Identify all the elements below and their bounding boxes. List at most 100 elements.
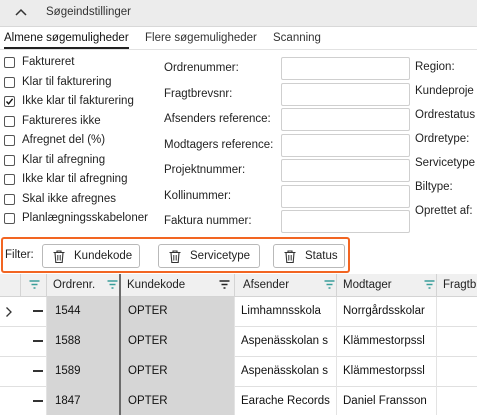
column-header-label: Ordrenr. bbox=[53, 279, 96, 291]
filter-icon[interactable] bbox=[324, 280, 335, 290]
search-field-label: Projektnummer: bbox=[164, 164, 246, 176]
check-icon bbox=[5, 98, 14, 105]
cell-ordrenr: 1544 bbox=[46, 297, 120, 327]
checkbox[interactable] bbox=[4, 115, 15, 127]
chevron-up-icon[interactable] bbox=[14, 6, 28, 18]
search-field-label: Faktura nummer: bbox=[164, 215, 252, 227]
search-field-input[interactable] bbox=[281, 82, 410, 106]
cell-afsender: Aspenässkolan s bbox=[234, 327, 336, 357]
checkbox[interactable] bbox=[4, 193, 15, 205]
table-row[interactable]: 1847 OPTER Earache Records Daniel Fransson bbox=[0, 387, 477, 415]
filter-chip-label: Servicetype bbox=[190, 250, 251, 262]
checkbox-label: Klar til fakturering bbox=[22, 75, 112, 88]
filter-icon[interactable] bbox=[107, 280, 118, 290]
search-field-input[interactable] bbox=[281, 57, 410, 80]
cell-ordrenr: 1847 bbox=[46, 387, 120, 415]
table-row[interactable]: 1589 OPTER Aspenässkolan s Klämmestorpssl bbox=[0, 357, 477, 387]
checkbox[interactable] bbox=[4, 154, 15, 166]
column-resize-handle[interactable] bbox=[119, 274, 121, 415]
search-field-label: Fragtbrevsnr: bbox=[164, 87, 233, 100]
checkbox-label: Skal ikke afregnes bbox=[22, 192, 116, 205]
search-field-label: Region: bbox=[415, 61, 455, 73]
checkbox-label: Planlægningsskabeloner bbox=[22, 212, 148, 224]
checkbox-label: Ikke klar til fakturering bbox=[22, 95, 134, 107]
grid-header: Ordrenr. Kundekode Afsender Modtager Fra… bbox=[0, 274, 477, 297]
current-row-arrow-icon bbox=[6, 307, 12, 317]
column-header-label: Fragtbr bbox=[443, 279, 477, 291]
cell-kundekode: OPTER bbox=[120, 327, 234, 357]
filter-chip-status[interactable]: Status bbox=[273, 244, 345, 268]
table-row[interactable]: 1544 OPTER Limhamnsskola Norrgårdsskolar bbox=[0, 297, 477, 327]
row-selector[interactable] bbox=[33, 400, 43, 402]
search-field-input[interactable] bbox=[281, 133, 410, 157]
trash-icon bbox=[53, 250, 65, 264]
filter-active-icon[interactable] bbox=[219, 280, 230, 290]
search-field-label: Ordrenummer: bbox=[164, 62, 239, 74]
column-header-label: Afsender bbox=[243, 279, 290, 291]
filter-chip-label: Status bbox=[305, 250, 338, 262]
filter-chip-servicetype[interactable]: Servicetype bbox=[158, 244, 260, 268]
cell-afsender: Limhamnsskola bbox=[234, 297, 336, 327]
search-field-label: Afsenders reference: bbox=[164, 113, 271, 125]
orders-grid: Ordrenr. Kundekode Afsender Modtager Fra… bbox=[0, 274, 477, 415]
checkbox-label: Faktureres ikke bbox=[22, 114, 101, 127]
search-field-input[interactable] bbox=[281, 184, 410, 208]
filter-chip-label: Kundekode bbox=[74, 250, 133, 262]
search-field-label: Servicetype bbox=[415, 157, 476, 169]
tab-scanning[interactable]: Scanning bbox=[273, 32, 321, 47]
column-header-kundekode[interactable]: Kundekode bbox=[120, 274, 234, 297]
cell-afsender: Earache Records bbox=[234, 387, 336, 415]
tab-more-options[interactable]: Flere søgemuligheder bbox=[145, 32, 257, 47]
cell-kundekode: OPTER bbox=[120, 387, 234, 415]
row-selector[interactable] bbox=[33, 370, 43, 372]
search-settings-header[interactable]: Søgeindstillinger bbox=[0, 0, 477, 27]
search-field-input[interactable] bbox=[281, 108, 410, 131]
search-field-label: Kollinummer: bbox=[164, 189, 232, 202]
column-header-afsender[interactable]: Afsender bbox=[234, 274, 336, 297]
column-header-label: Kundekode bbox=[127, 279, 186, 291]
column-header-modtager[interactable]: Modtager bbox=[336, 274, 436, 297]
cell-ordrenr: 1589 bbox=[46, 357, 120, 387]
search-field-label: Modtagers reference: bbox=[164, 138, 274, 151]
row-indicator-header bbox=[0, 274, 20, 297]
checkbox-label: Faktureret bbox=[22, 56, 75, 68]
search-field-input[interactable] bbox=[281, 159, 410, 182]
search-field-label: Biltype: bbox=[415, 181, 453, 193]
column-header-fragtbrev[interactable]: Fragtbr bbox=[436, 274, 477, 297]
cell-kundekode: OPTER bbox=[120, 357, 234, 387]
column-header-ordrenr[interactable]: Ordrenr. bbox=[46, 274, 120, 297]
cell-fragtbrev bbox=[436, 327, 477, 357]
filter-icon[interactable] bbox=[424, 280, 435, 290]
checkbox-label: Ikke klar til afregning bbox=[22, 173, 128, 185]
cell-fragtbrev bbox=[436, 297, 477, 327]
checkbox[interactable] bbox=[4, 174, 15, 185]
search-field-label: Ordretype: bbox=[415, 133, 470, 145]
cell-modtager: Klämmestorpssl bbox=[336, 357, 436, 387]
checkbox-checked[interactable] bbox=[4, 96, 15, 107]
search-field-label: Ordrestatus bbox=[415, 109, 476, 121]
checkbox[interactable] bbox=[4, 135, 15, 146]
cell-fragtbrev bbox=[436, 387, 477, 415]
checkbox[interactable] bbox=[4, 213, 15, 224]
search-field-label: Kundeproje bbox=[415, 85, 474, 97]
cell-fragtbrev bbox=[436, 357, 477, 387]
cell-modtager: Daniel Fransson bbox=[336, 387, 436, 415]
filter-icon[interactable] bbox=[29, 280, 40, 290]
column-header-label: Modtager bbox=[343, 279, 392, 291]
row-selector[interactable] bbox=[33, 310, 43, 312]
cell-ordrenr: 1588 bbox=[46, 327, 120, 357]
cell-modtager: Klämmestorpssl bbox=[336, 327, 436, 357]
cell-kundekode: OPTER bbox=[120, 297, 234, 327]
search-field-input[interactable] bbox=[281, 210, 410, 233]
filter-chip-kundekode[interactable]: Kundekode bbox=[42, 244, 140, 268]
cell-modtager: Norrgårdsskolar bbox=[336, 297, 436, 327]
checkbox-label: Klar til afregning bbox=[22, 153, 106, 166]
trash-icon bbox=[284, 250, 296, 264]
tab-general-options[interactable]: Almene søgemuligheder bbox=[4, 32, 129, 49]
row-selector-header[interactable] bbox=[20, 274, 46, 297]
checkbox[interactable] bbox=[4, 57, 15, 68]
table-row[interactable]: 1588 OPTER Aspenässkolan s Klämmestorpssl bbox=[0, 327, 477, 357]
trash-icon bbox=[169, 250, 181, 264]
checkbox[interactable] bbox=[4, 76, 15, 88]
row-selector[interactable] bbox=[33, 340, 43, 342]
